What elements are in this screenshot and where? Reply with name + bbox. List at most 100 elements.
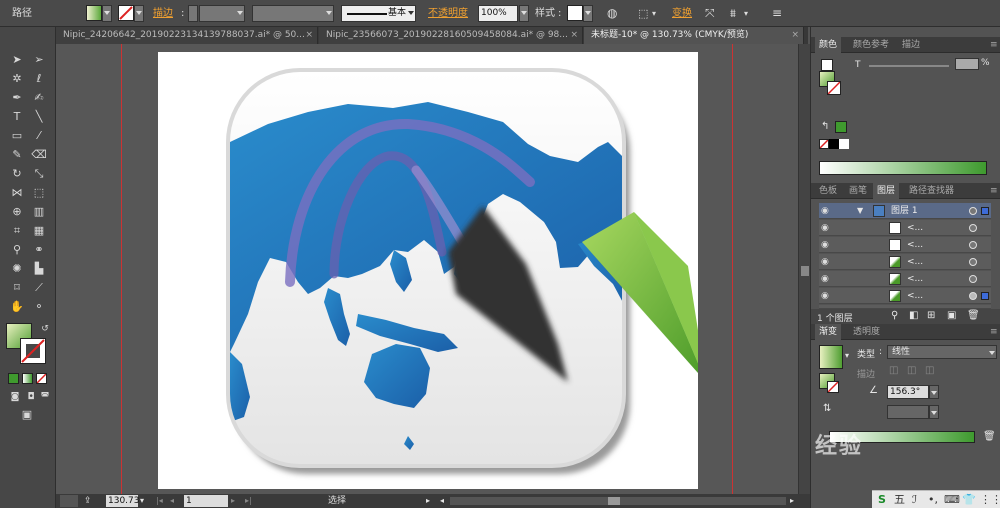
- direct-selection-tool-icon[interactable]: ➢: [30, 52, 48, 68]
- layer-row[interactable]: ◉ <...: [819, 271, 991, 287]
- grid-icon[interactable]: ⋮⋮: [980, 492, 1000, 507]
- tab-document-1[interactable]: Nipic_24206642_20190223134139788037.ai* …: [56, 27, 318, 44]
- tab-transparency[interactable]: 透明度: [849, 324, 884, 340]
- new-layer-icon[interactable]: ▣: [947, 310, 956, 321]
- scale-tool-icon[interactable]: ⤡: [30, 166, 48, 182]
- status-menu-icon[interactable]: ▸: [426, 495, 430, 507]
- panel-menu-icon[interactable]: ≡: [986, 324, 1000, 340]
- target-icon[interactable]: [969, 207, 977, 215]
- gradient-dropdown-icon[interactable]: ▾: [845, 351, 849, 360]
- white-swatch[interactable]: [839, 139, 849, 149]
- zoom-icon[interactable]: [60, 495, 78, 507]
- draw-inside-icon[interactable]: ◚: [36, 389, 54, 405]
- skin-icon[interactable]: 👕: [962, 492, 976, 507]
- artboard-field[interactable]: 1: [184, 495, 228, 507]
- new-sublayer-icon[interactable]: ⊞: [927, 310, 935, 321]
- stroke-weight-field[interactable]: [199, 5, 245, 22]
- type-tool-icon[interactable]: T: [8, 109, 26, 125]
- paintbrush-icon[interactable]: ⁄: [30, 128, 48, 144]
- magic-wand-icon[interactable]: ✲: [8, 71, 26, 87]
- next-artboard-icon[interactable]: ▸: [231, 495, 235, 507]
- target-icon[interactable]: [969, 275, 977, 283]
- target-icon[interactable]: [969, 258, 977, 266]
- pencil-icon[interactable]: ✎: [8, 147, 26, 163]
- width-tool-icon[interactable]: ⋈: [8, 185, 26, 201]
- eye-icon[interactable]: ◉: [821, 240, 831, 250]
- tab-document-3[interactable]: 未标题-10* @ 130.73% (CMYK/预览) ×: [584, 27, 804, 44]
- tab-brushes[interactable]: 画笔: [845, 183, 871, 199]
- tab-pathfinder[interactable]: 路径查找器: [905, 183, 958, 199]
- stroke-apply-within-icon[interactable]: ◫: [889, 365, 898, 376]
- color-mode-icon[interactable]: [8, 373, 19, 384]
- target-icon[interactable]: [969, 292, 977, 300]
- eye-icon[interactable]: ◉: [821, 274, 831, 284]
- line-tool-icon[interactable]: ╲: [30, 109, 48, 125]
- opacity-label[interactable]: 不透明度: [428, 5, 468, 22]
- tab-color-guide[interactable]: 颜色参考: [849, 37, 893, 53]
- ime-logo-icon[interactable]: S: [878, 492, 886, 507]
- tab-color[interactable]: 颜色: [815, 37, 842, 53]
- lasso-icon[interactable]: ℓ: [30, 71, 48, 87]
- graphic-style-swatch[interactable]: [567, 5, 583, 21]
- fill-dropdown[interactable]: [102, 5, 112, 22]
- perspective-grid-icon[interactable]: ▥: [30, 204, 48, 220]
- first-artboard-icon[interactable]: |◂: [156, 495, 163, 507]
- target-icon[interactable]: [969, 224, 977, 232]
- eye-icon[interactable]: ◉: [821, 206, 831, 216]
- horizontal-scroll-thumb[interactable]: [608, 497, 620, 505]
- align-dropdown-icon[interactable]: ▾: [652, 5, 656, 22]
- mesh-tool-icon[interactable]: ⌗: [8, 223, 26, 239]
- none-mode-icon[interactable]: [36, 373, 47, 384]
- free-transform-icon[interactable]: ⬚: [30, 185, 48, 201]
- trash-icon[interactable]: 🗑: [967, 310, 980, 321]
- delete-stop-icon[interactable]: 🗑: [983, 431, 996, 442]
- variable-width-profile[interactable]: [252, 5, 334, 22]
- opacity-field[interactable]: 100%: [478, 5, 518, 22]
- layer-row[interactable]: ◉ <...: [819, 254, 991, 270]
- aspect-ratio-dropdown[interactable]: [929, 405, 939, 419]
- close-icon[interactable]: ×: [305, 27, 313, 43]
- stroke-indicator-small[interactable]: [827, 381, 839, 393]
- target-icon[interactable]: [969, 241, 977, 249]
- layer-row[interactable]: ◉ <...: [819, 288, 991, 304]
- eyedropper-icon[interactable]: ⚲: [8, 242, 26, 258]
- angle-dropdown[interactable]: [929, 385, 939, 399]
- black-swatch[interactable]: [829, 139, 839, 149]
- graphic-style-dropdown[interactable]: [583, 5, 593, 22]
- zoom-field[interactable]: 130.73: [106, 495, 140, 507]
- scroll-left-icon[interactable]: ◂: [440, 495, 444, 507]
- stroke-weight-stepper[interactable]: [188, 5, 198, 22]
- zoom-tool-icon[interactable]: ⚬: [30, 299, 48, 315]
- layer-row-main[interactable]: ◉ ▼ 图层 1: [819, 203, 991, 219]
- layer-row[interactable]: ◉ <...: [819, 237, 991, 253]
- swap-colors-icon[interactable]: ↺: [36, 321, 54, 337]
- shape-builder-icon[interactable]: ⊕: [8, 204, 26, 220]
- tab-stroke[interactable]: 描边: [898, 37, 924, 53]
- slice-tool-icon[interactable]: ⟋: [30, 280, 48, 296]
- clipping-mask-icon[interactable]: ◧: [909, 310, 918, 321]
- arrange-icon[interactable]: ⩩: [730, 5, 736, 22]
- selection-tool-icon[interactable]: ➤: [8, 52, 26, 68]
- color-spectrum-bar[interactable]: [819, 161, 987, 175]
- recolor-icon[interactable]: ◍: [607, 5, 617, 22]
- out-of-gamut-swatch[interactable]: [835, 121, 847, 133]
- gradient-mode-icon[interactable]: [22, 373, 33, 384]
- fill-swatch[interactable]: [86, 5, 102, 21]
- keyboard-icon[interactable]: ⌨: [944, 492, 960, 507]
- screen-mode-icon[interactable]: ▣: [18, 407, 36, 423]
- aspect-ratio-field[interactable]: [887, 405, 929, 419]
- stroke-swatch[interactable]: [118, 5, 134, 21]
- selection-indicator[interactable]: [981, 292, 989, 300]
- rectangle-tool-icon[interactable]: ▭: [8, 128, 26, 144]
- last-artboard-icon[interactable]: ▸|: [245, 495, 252, 507]
- tint-field[interactable]: [955, 58, 979, 70]
- opacity-dropdown[interactable]: [519, 5, 529, 22]
- eraser-icon[interactable]: ⌫: [30, 147, 48, 163]
- gamut-icon[interactable]: ↰: [821, 121, 829, 132]
- fill-indicator[interactable]: [821, 59, 833, 71]
- panel-menu-icon[interactable]: ≡: [986, 37, 1000, 53]
- arrange-dropdown-icon[interactable]: ▾: [744, 5, 748, 22]
- eye-icon[interactable]: ◉: [821, 291, 831, 301]
- tab-gradient[interactable]: 渐变: [815, 324, 842, 340]
- rotate-tool-icon[interactable]: ↻: [8, 166, 26, 182]
